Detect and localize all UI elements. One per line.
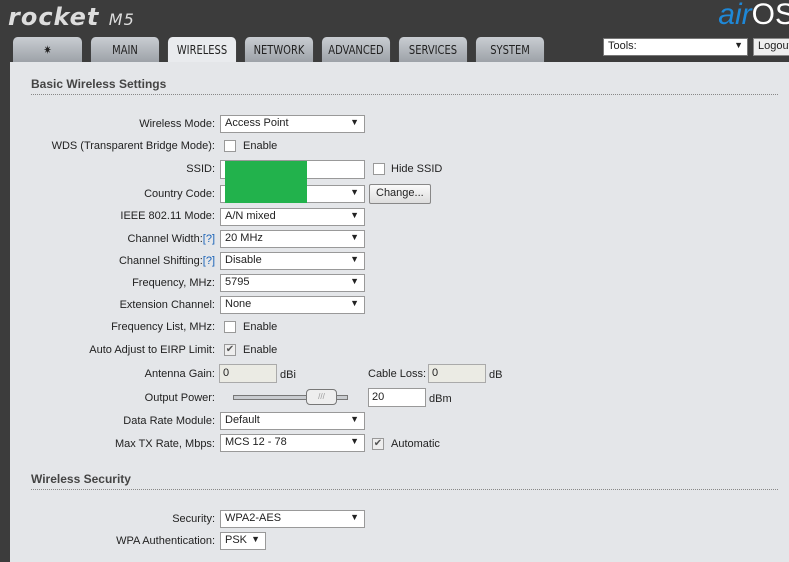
section-security-title: Wireless Security — [31, 472, 778, 490]
frequency-list-label: Frequency List, MHz: — [111, 321, 215, 333]
rocket-m5-logo: rocket M5 — [8, 3, 135, 31]
chevron-down-icon: ▼ — [734, 40, 743, 50]
output-power-slider-handle[interactable]: /// — [306, 389, 337, 405]
redaction-block — [225, 161, 307, 203]
automatic-label: Automatic — [391, 438, 440, 450]
frequency-label: Frequency, MHz: — [132, 277, 215, 289]
channel-width-label: Channel Width:[?] — [127, 233, 215, 245]
tab-main[interactable]: MAIN — [90, 37, 160, 62]
ssid-label: SSID: — [186, 163, 215, 175]
change-country-button[interactable]: Change... — [369, 184, 431, 204]
channel-shifting-select[interactable]: Disable ▼ — [220, 252, 365, 270]
frequency-select[interactable]: 5795 ▼ — [220, 274, 365, 292]
eirp-label: Auto Adjust to EIRP Limit: — [89, 344, 215, 356]
wds-checkbox[interactable] — [224, 140, 236, 152]
channel-shifting-help-link[interactable]: [?] — [203, 255, 215, 267]
extension-channel-label: Extension Channel: — [119, 299, 215, 311]
max-tx-rate-select[interactable]: MCS 12 - 78 ▼ — [220, 434, 365, 452]
channel-width-help-link[interactable]: [?] — [203, 233, 215, 245]
channel-shifting-label: Channel Shifting:[?] — [118, 255, 215, 267]
antenna-gain-unit: dBi — [280, 369, 296, 381]
tab-wireless[interactable]: WIRELESS — [167, 37, 237, 63]
logout-button[interactable]: Logout — [753, 38, 789, 56]
wpa-auth-label: WPA Authentication: — [116, 535, 215, 547]
extension-channel-select[interactable]: None ▼ — [220, 296, 365, 314]
tab-network[interactable]: NETWORK — [244, 37, 314, 62]
frequency-list-checkbox[interactable] — [224, 321, 236, 333]
eirp-enable-label: Enable — [243, 344, 278, 356]
output-power-unit: dBm — [429, 393, 452, 405]
airos-logo: airOS — [718, 0, 789, 31]
ubiquiti-icon: ✷ — [43, 43, 52, 57]
output-power-input[interactable]: 20 — [368, 388, 426, 407]
frequency-list-enable-label: Enable — [243, 321, 278, 333]
antenna-gain-label: Antenna Gain: — [144, 368, 215, 380]
security-label: Security: — [172, 513, 215, 525]
tab-advanced[interactable]: ADVANCED — [321, 37, 391, 62]
wireless-mode-label: Wireless Mode: — [139, 118, 215, 130]
hide-ssid-checkbox[interactable] — [373, 163, 385, 175]
output-power-label: Output Power: — [144, 392, 215, 404]
cable-loss-input[interactable]: 0 — [428, 364, 486, 383]
tools-select[interactable]: Tools: ▼ — [603, 38, 748, 56]
data-rate-module-select[interactable]: Default ▼ — [220, 412, 365, 430]
wireless-mode-select[interactable]: Access Point ▼ — [220, 115, 365, 133]
ieee-mode-select[interactable]: A/N mixed ▼ — [220, 208, 365, 226]
data-rate-module-label: Data Rate Module: — [123, 415, 215, 427]
tab-system[interactable]: SYSTEM — [475, 37, 545, 62]
hide-ssid-label: Hide SSID — [391, 163, 443, 175]
wds-label: WDS (Transparent Bridge Mode): — [51, 140, 215, 152]
wpa-auth-select[interactable]: PSK ▼ — [220, 532, 266, 550]
channel-width-select[interactable]: 20 MHz ▼ — [220, 230, 365, 248]
antenna-gain-input[interactable]: 0 — [219, 364, 277, 383]
country-code-label: Country Code: — [144, 188, 215, 200]
ieee-mode-label: IEEE 802.11 Mode: — [120, 210, 215, 222]
tab-services[interactable]: SERVICES — [398, 37, 468, 62]
section-basic-title: Basic Wireless Settings — [31, 77, 778, 95]
wds-enable-label: Enable — [243, 140, 278, 152]
cable-loss-unit: dB — [489, 369, 503, 381]
eirp-checkbox[interactable]: ✔ — [224, 344, 236, 356]
cable-loss-label: Cable Loss: — [368, 368, 427, 380]
tab-ubnt-logo[interactable]: ✷ — [13, 37, 82, 62]
automatic-checkbox[interactable]: ✔ — [372, 438, 384, 450]
security-select[interactable]: WPA2-AES ▼ — [220, 510, 365, 528]
max-tx-rate-label: Max TX Rate, Mbps: — [114, 438, 215, 450]
